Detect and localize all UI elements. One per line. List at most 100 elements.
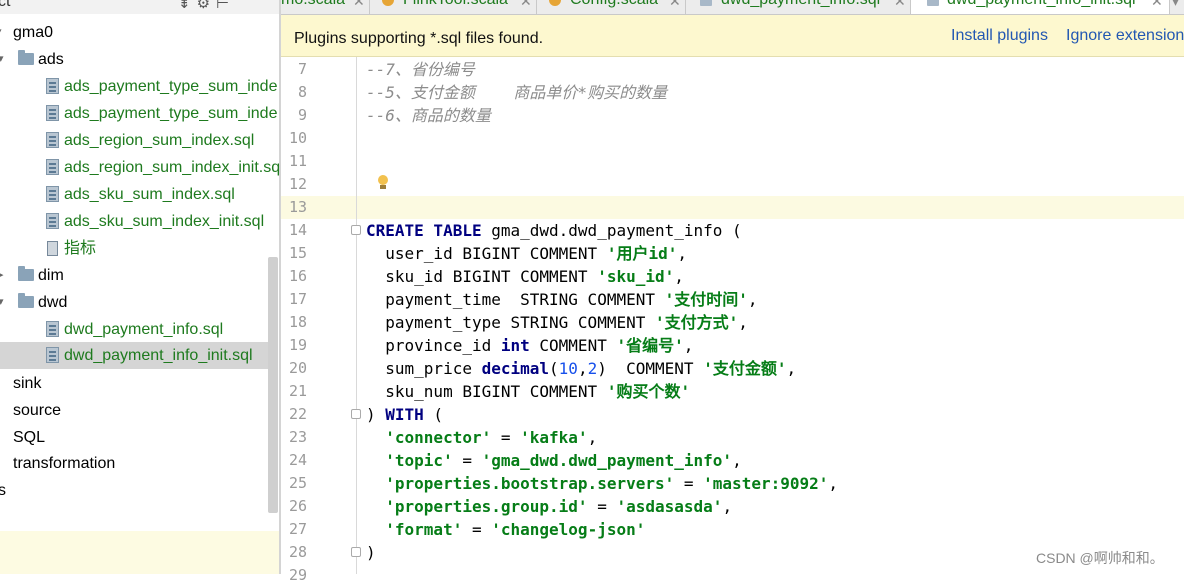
current-line-highlight (281, 196, 1184, 219)
tree-item-gma0[interactable]: ▾ gma0 (0, 19, 276, 46)
close-icon[interactable]: ✕ (669, 0, 681, 10)
sql-file-icon (46, 78, 59, 94)
code-line: --6、商品的数量 (366, 106, 491, 125)
line-number: 9 (297, 106, 307, 124)
chevron-down-icon[interactable]: ▾ (1172, 0, 1179, 10)
tree-item-sql-file[interactable]: ads_region_sum_index.sql (0, 127, 276, 154)
line-number: 12 (288, 175, 307, 193)
tree-bottom-area (0, 531, 280, 574)
code-line: 'connector' = 'kafka', (385, 428, 598, 447)
line-number: 22 (288, 405, 307, 423)
line-number: 19 (288, 336, 307, 354)
sql-file-icon (46, 321, 59, 337)
sql-file-icon (700, 0, 712, 6)
gear-icon[interactable]: ⚙ (197, 0, 216, 12)
tree-item-sql-file[interactable]: ads_region_sum_index_init.sq (0, 154, 280, 181)
project-panel-toolbar[interactable]: ⇟⚙⊢ (178, 0, 235, 12)
tab-flinktool-scala[interactable]: FlinkTool.scala ✕ (370, 0, 537, 14)
code-line: --7、省份编号 (366, 60, 475, 79)
lightbulb-icon[interactable] (377, 175, 389, 189)
tree-item-sql[interactable]: SQL (0, 424, 276, 451)
code-line: 'properties.group.id' = 'asdasasda', (385, 497, 733, 516)
fold-marker-icon[interactable] (351, 225, 361, 235)
close-icon[interactable]: ✕ (353, 0, 365, 10)
collapse-arrow-icon[interactable]: ▸ (0, 262, 4, 289)
tree-item-sql-file[interactable]: ads_payment_type_sum_inde (0, 100, 277, 127)
tab-mo-scala[interactable]: mo.scala ✕ (281, 0, 370, 14)
sql-file-icon (46, 186, 59, 202)
line-number: 13 (288, 198, 307, 216)
sql-file-icon (46, 159, 59, 175)
install-plugins-link[interactable]: Install plugins (951, 27, 1048, 45)
line-number: 15 (288, 244, 307, 262)
line-number: 28 (288, 543, 307, 561)
bulb-base (380, 185, 386, 189)
code-line: sku_id BIGINT COMMENT 'sku_id', (366, 267, 684, 286)
tab-config-scala[interactable]: Config.scala ✕ (537, 0, 686, 14)
sql-file-icon (46, 132, 59, 148)
code-line: CREATE TABLE gma_dwd.dwd_payment_info ( (366, 221, 742, 240)
line-number: 25 (288, 474, 307, 492)
scala-file-icon (382, 0, 394, 6)
code-line: sum_price decimal(10,2) COMMENT '支付金额', (366, 359, 797, 378)
ignore-extension-link[interactable]: Ignore extension (1066, 27, 1184, 45)
line-number: 18 (288, 313, 307, 331)
fold-marker-icon[interactable] (351, 547, 361, 557)
tree-item-ads[interactable]: ▾ ads (0, 46, 276, 73)
code-line: payment_time STRING COMMENT '支付时间', (366, 290, 758, 309)
fold-marker-icon[interactable] (351, 409, 361, 419)
line-number: 26 (288, 497, 307, 515)
banner-message: Plugins supporting *.sql files found. (294, 30, 544, 47)
line-number: 24 (288, 451, 307, 469)
code-line: 'properties.bootstrap.servers' = 'master… (385, 474, 839, 493)
code-line: user_id BIGINT COMMENT '用户id', (366, 244, 688, 263)
tab-overflow[interactable]: ▾ (1170, 0, 1184, 14)
line-number: 23 (288, 428, 307, 446)
tab-dwd-payment-info-init-sql[interactable]: dwd_payment_info_init.sql ✕ (911, 0, 1170, 14)
close-icon[interactable]: ✕ (894, 0, 906, 10)
line-number: 20 (288, 359, 307, 377)
tree-item-sql-file[interactable]: ads_sku_sum_index.sql (0, 181, 276, 208)
code-line: province_id int COMMENT '省编号', (366, 336, 694, 355)
expand-arrow-icon[interactable]: ▾ (0, 46, 4, 73)
sql-file-icon (927, 0, 939, 6)
line-number: 8 (297, 83, 307, 101)
expand-arrow-icon[interactable]: ▾ (0, 19, 2, 46)
tree-item-sql-file[interactable]: ads_payment_type_sum_inde (0, 73, 277, 100)
text-file-icon (47, 241, 58, 256)
tree-item-sql-file-selected[interactable]: dwd_payment_info_init.sql (0, 342, 276, 369)
code-line: ) WITH ( (366, 405, 444, 424)
plugin-notification-banner: Plugins supporting *.sql files found. In… (281, 15, 1184, 57)
tree-item-dwd[interactable]: ▾ dwd (0, 289, 276, 316)
tree-item-transformation[interactable]: transformation (0, 450, 276, 477)
collapse-icon[interactable]: ⇟ (178, 0, 197, 12)
hide-icon[interactable]: ⊢ (216, 0, 235, 12)
tree-item-sql-file[interactable]: dwd_payment_info.sql (0, 316, 276, 343)
line-number: 11 (288, 152, 307, 170)
line-number: 7 (297, 60, 307, 78)
tree-item-dim[interactable]: ▸ dim (0, 262, 276, 289)
folder-icon (18, 293, 34, 308)
tree-item-source[interactable]: source (0, 397, 276, 424)
watermark: CSDN @啊帅和和。 (1036, 550, 1164, 566)
sql-file-icon (46, 347, 59, 363)
bulb-glass (378, 175, 388, 185)
tree-item-sink[interactable]: sink (0, 370, 276, 397)
tree-item-s[interactable]: s (0, 477, 276, 504)
close-icon[interactable]: ✕ (520, 0, 532, 10)
expand-arrow-icon[interactable]: ▾ (0, 289, 4, 316)
tab-dwd-payment-info-sql[interactable]: dwd_payment_info.sql ✕ (686, 0, 911, 14)
tree-scrollbar[interactable] (268, 257, 278, 513)
line-number: 29 (288, 566, 307, 584)
tree-item-doc-file[interactable]: 指标 (0, 235, 276, 262)
line-number: 27 (288, 520, 307, 538)
project-tree-panel: ct ⇟⚙⊢ ▾ gma0 ▾ ads ads_payment_type_sum… (0, 0, 280, 574)
close-icon[interactable]: ✕ (1151, 0, 1163, 10)
line-number: 17 (288, 290, 307, 308)
code-line: sku_num BIGINT COMMENT '购买个数' (366, 382, 691, 401)
tree-item-sql-file[interactable]: ads_sku_sum_index_init.sql (0, 208, 276, 235)
line-number: 21 (288, 382, 307, 400)
project-panel-title: ct (0, 0, 11, 10)
sql-file-icon (46, 213, 59, 229)
line-number: 10 (288, 129, 307, 147)
